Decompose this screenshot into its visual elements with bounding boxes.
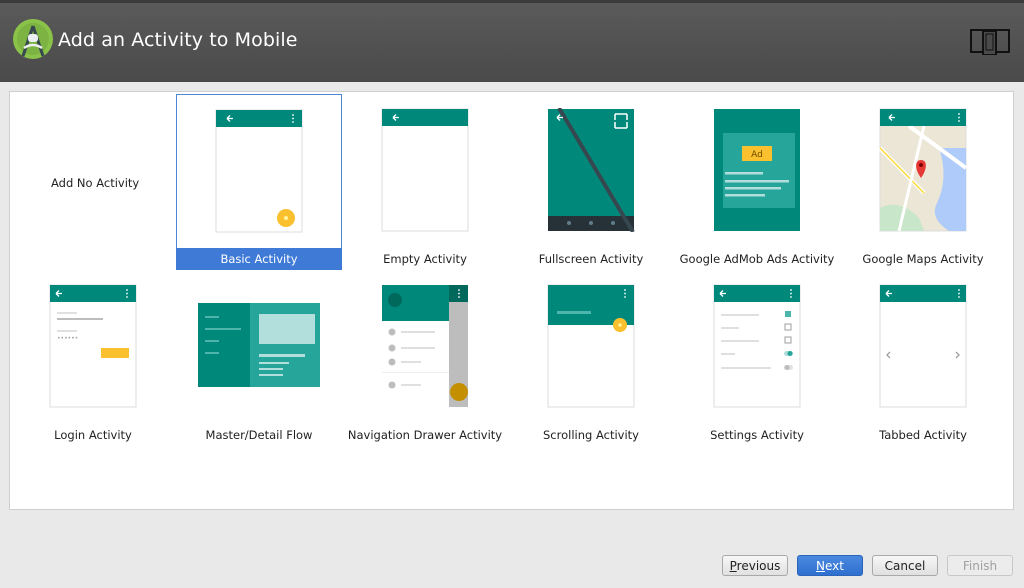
- activity-tile-fullscreen[interactable]: Fullscreen Activity: [508, 94, 674, 270]
- activity-tile-empty[interactable]: Empty Activity: [342, 94, 508, 270]
- activity-label-scrolling: Scrolling Activity: [543, 428, 639, 442]
- activity-label-none: Add No Activity: [51, 176, 140, 190]
- settings-activity-thumbnail-icon: [713, 284, 801, 408]
- next-label: ext: [825, 559, 844, 573]
- fullscreen-activity-thumbnail-icon: [548, 108, 635, 232]
- activity-label-maps: Google Maps Activity: [862, 252, 984, 266]
- basic-activity-thumbnail-icon: [215, 109, 303, 233]
- activity-label-basic: Basic Activity: [176, 248, 342, 270]
- scrolling-activity-thumbnail-icon: [547, 284, 635, 408]
- activity-tile-tabbed[interactable]: Tabbed Activity: [840, 270, 1006, 446]
- activity-tile-basic[interactable]: Basic Activity: [176, 94, 342, 270]
- finish-button[interactable]: Finish: [947, 555, 1013, 576]
- previous-label: revious: [736, 559, 781, 573]
- activity-label-login: Login Activity: [54, 428, 132, 442]
- previous-mnemonic: P: [729, 559, 737, 573]
- activity-tile-admob[interactable]: Ad Google AdMob Ads Activity: [674, 94, 840, 270]
- activity-label-tabbed: Tabbed Activity: [879, 428, 967, 442]
- cancel-button[interactable]: Cancel: [872, 555, 938, 576]
- activity-tile-master-detail[interactable]: Master/Detail Flow: [176, 270, 342, 446]
- activity-label-admob: Google AdMob Ads Activity: [679, 252, 835, 266]
- activity-label-master-detail: Master/Detail Flow: [205, 428, 313, 442]
- wizard-title: Add an Activity to Mobile: [58, 29, 298, 51]
- tabbed-activity-thumbnail-icon: [879, 284, 967, 408]
- admob-activity-thumbnail-icon: Ad: [714, 109, 800, 231]
- ad-badge-text: Ad: [751, 150, 763, 160]
- next-button[interactable]: Next: [797, 555, 863, 576]
- wizard-header: Add an Activity to Mobile: [0, 3, 1024, 82]
- activity-label-empty: Empty Activity: [383, 252, 467, 266]
- maps-activity-thumbnail-icon: [879, 108, 967, 232]
- activity-tile-none[interactable]: Add No Activity: [10, 94, 176, 270]
- activity-tile-scrolling[interactable]: Scrolling Activity: [508, 270, 674, 446]
- activity-tile-settings[interactable]: Settings Activity: [674, 270, 840, 446]
- activity-gallery: Add No Activity Basic Activity Empty Act…: [9, 91, 1014, 510]
- empty-activity-thumbnail-icon: [381, 108, 469, 232]
- form-factor-device-icon: [970, 29, 1010, 55]
- activity-label-settings: Settings Activity: [710, 428, 804, 442]
- next-mnemonic: N: [816, 559, 825, 573]
- activity-tile-maps[interactable]: Google Maps Activity: [840, 94, 1006, 270]
- master-detail-thumbnail-icon: [198, 303, 320, 387]
- previous-button[interactable]: Previous: [722, 555, 788, 576]
- activity-tile-nav-drawer[interactable]: Navigation Drawer Activity: [342, 270, 508, 446]
- login-activity-thumbnail-icon: ••••••: [49, 284, 137, 408]
- nav-drawer-thumbnail-icon: [382, 285, 468, 407]
- svg-text:••••••: ••••••: [57, 335, 78, 342]
- activity-label-fullscreen: Fullscreen Activity: [538, 252, 644, 266]
- activity-label-nav-drawer: Navigation Drawer Activity: [347, 428, 503, 442]
- android-studio-logo-icon: [13, 19, 53, 59]
- activity-tile-login[interactable]: •••••• Login Activity: [10, 270, 176, 446]
